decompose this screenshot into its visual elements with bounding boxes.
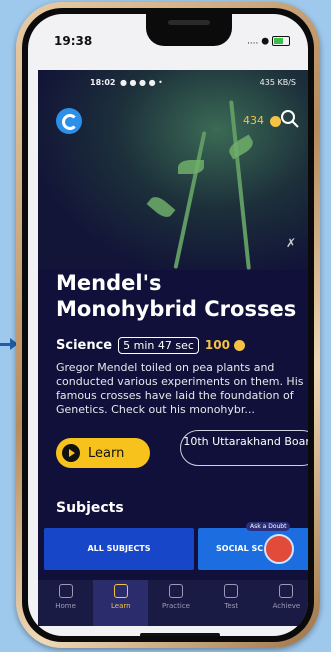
app-screen: 18:02 ● ● ● ● • 435 KB/S 434 ✗ Mendel's … xyxy=(38,70,308,626)
hero-banner xyxy=(38,70,308,270)
leaf xyxy=(178,160,204,174)
nav-label: Test xyxy=(224,602,239,610)
nav-home[interactable]: Home xyxy=(38,580,93,626)
doubt-bot-icon[interactable] xyxy=(264,534,294,564)
nav-label: Practice xyxy=(162,602,190,610)
phone-screen: 19:38 .... ● 18:02 ● ● ● ● • 435 KB/S 43… xyxy=(28,14,308,636)
coin-count[interactable]: 434 xyxy=(243,114,281,127)
search-icon[interactable] xyxy=(280,109,300,129)
coin-value: 434 xyxy=(243,114,264,127)
phone-bezel: 19:38 .... ● 18:02 ● ● ● ● • 435 KB/S 43… xyxy=(22,8,314,642)
phone-frame: 19:38 .... ● 18:02 ● ● ● ● • 435 KB/S 43… xyxy=(16,2,320,648)
nav-label: Home xyxy=(55,602,76,610)
nav-label: Learn xyxy=(111,602,131,610)
play-icon xyxy=(62,444,80,462)
vine-stem xyxy=(173,131,207,269)
mute-icon[interactable]: ✗ xyxy=(286,236,296,250)
battery-icon xyxy=(272,36,290,46)
learn-label: Learn xyxy=(88,445,125,461)
points-badge: 100 xyxy=(204,338,246,352)
bottom-nav: Home Learn Practice Test Achieve xyxy=(38,580,308,626)
subject-label: Science xyxy=(56,337,113,353)
test-icon xyxy=(224,584,239,598)
lesson-title: Mendel's Monohybrid Crosses xyxy=(56,271,297,321)
ask-doubt-label[interactable]: Ask a Doubt xyxy=(246,522,291,531)
wifi-icon: ● xyxy=(261,36,270,47)
app-logo[interactable] xyxy=(56,108,82,134)
lesson-description: Gregor Mendel toiled on pea plants and c… xyxy=(56,361,304,416)
nav-label: Achieve xyxy=(272,602,301,610)
lesson-meta: Science 5 min 47 sec 100 xyxy=(56,334,246,356)
notification-icons: ● ● ● ● • xyxy=(120,78,163,87)
ios-time: 19:38 xyxy=(54,34,93,48)
leaf xyxy=(146,193,176,221)
pointer-arrow xyxy=(0,338,18,350)
android-right-icons: 435 KB/S xyxy=(259,78,296,87)
points-value: 100 xyxy=(204,338,230,352)
achieve-icon xyxy=(279,584,294,598)
nav-achieve[interactable]: Achieve xyxy=(259,580,308,626)
nav-test[interactable]: Test xyxy=(204,580,259,626)
practice-icon xyxy=(169,584,183,598)
nav-learn[interactable]: Learn xyxy=(93,580,149,626)
board-button[interactable]: 10th Uttarakhand Board xyxy=(180,430,308,466)
coin-icon xyxy=(269,115,281,127)
home-icon xyxy=(58,584,73,598)
subjects-heading: Subjects xyxy=(56,500,124,516)
android-time: 18:02 xyxy=(90,78,116,87)
subject-chip-all[interactable]: ALL SUBJECTS xyxy=(44,528,194,570)
signal-icon: .... xyxy=(246,36,259,47)
speaker xyxy=(168,20,210,25)
duration-badge: 5 min 47 sec xyxy=(118,336,199,354)
notch xyxy=(146,14,232,46)
home-indicator[interactable] xyxy=(140,633,220,636)
nav-practice[interactable]: Practice xyxy=(148,580,203,626)
leaf xyxy=(226,134,256,160)
learn-icon xyxy=(113,584,128,598)
learn-button[interactable]: Learn xyxy=(56,438,150,468)
ios-status-icons: .... ● xyxy=(247,36,290,47)
coin-icon xyxy=(234,340,246,351)
